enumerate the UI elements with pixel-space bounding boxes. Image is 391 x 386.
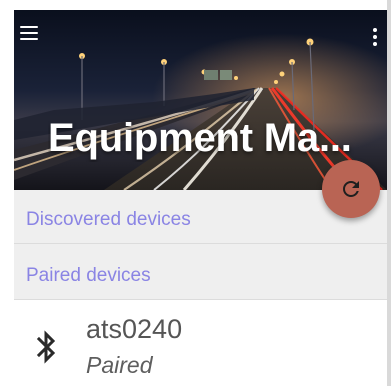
left-frame	[0, 0, 14, 386]
more-vertical-icon-dot	[373, 28, 377, 32]
list-item-device[interactable]: ats0240 Paired	[14, 300, 387, 386]
section-label: Discovered devices	[26, 209, 191, 230]
header-image	[14, 10, 387, 190]
app-screen: Equipment Ma... Discovered devices Paire…	[0, 0, 391, 386]
device-status: Paired	[86, 352, 153, 378]
page-title: Equipment Ma...	[48, 116, 352, 160]
refresh-icon	[343, 181, 359, 197]
highway-night-image	[14, 10, 387, 190]
bluetooth-icon	[36, 330, 56, 364]
section-label: Paired devices	[26, 265, 151, 286]
device-name: ats0240	[86, 314, 183, 344]
more-vertical-icon-dot	[373, 42, 377, 46]
menu-icon-bar	[20, 38, 38, 41]
more-options-button[interactable]	[362, 20, 386, 50]
more-vertical-icon-dot	[373, 35, 377, 39]
right-frame	[387, 0, 391, 386]
menu-button[interactable]	[14, 20, 44, 46]
menu-icon-bar	[20, 26, 38, 29]
refresh-button[interactable]	[322, 160, 380, 218]
menu-icon-bar	[20, 32, 38, 35]
section-paired-devices[interactable]: Paired devices	[14, 244, 387, 300]
